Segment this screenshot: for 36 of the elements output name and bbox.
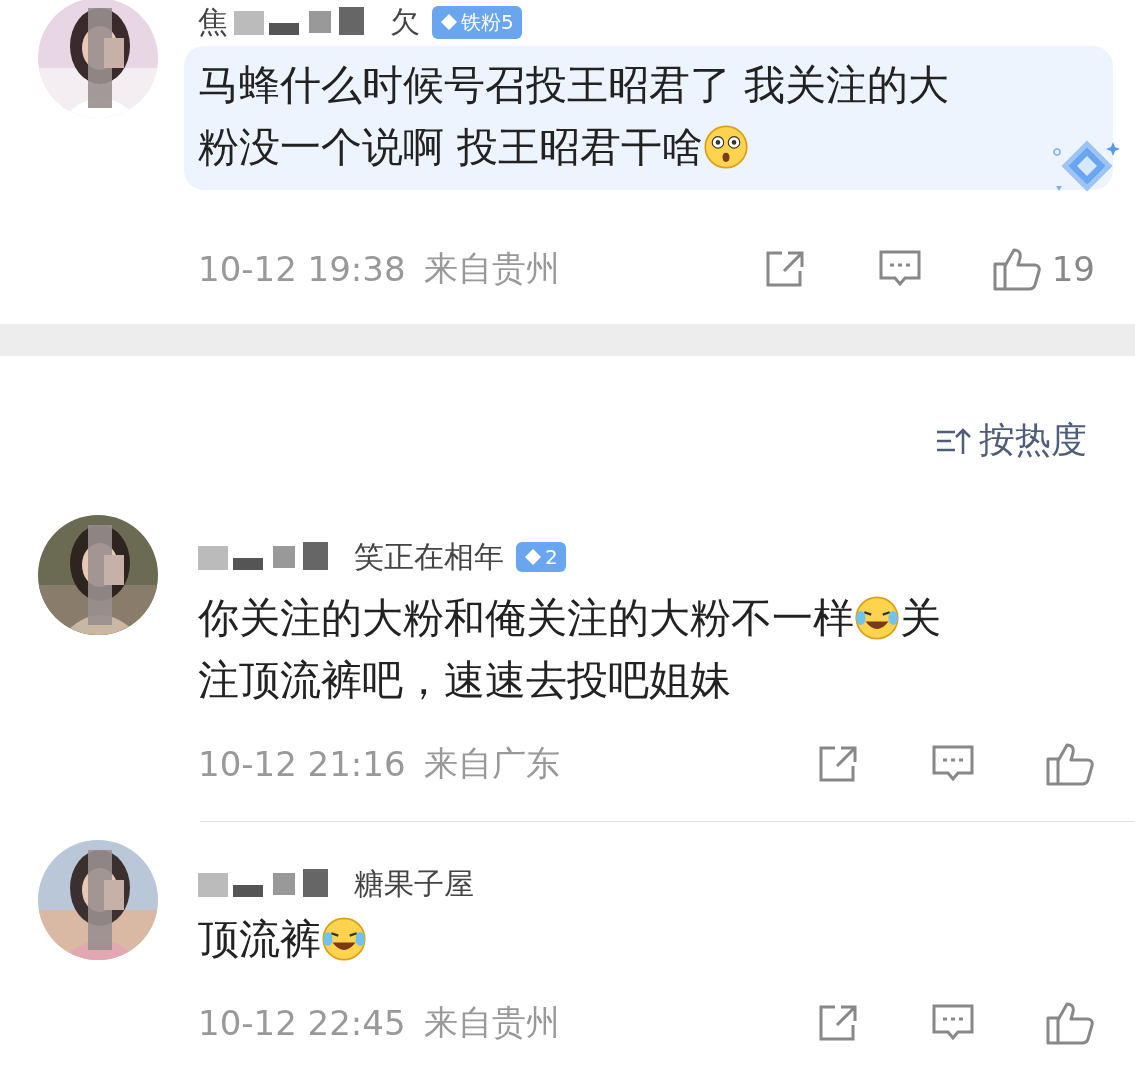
username[interactable]: 欠 <box>390 1 420 43</box>
fan-badge: 2 <box>516 542 566 572</box>
reply-button[interactable] <box>931 1003 975 1043</box>
comment-location: 来自贵州 <box>423 247 560 290</box>
like-button[interactable] <box>1045 1000 1095 1046</box>
comment-time: 10-12 19:38 <box>198 249 406 289</box>
comment-text: 注顶流裤吧，速速去投吧姐妹 <box>198 655 731 706</box>
reply-button[interactable] <box>877 249 922 289</box>
like-button[interactable] <box>1045 741 1095 787</box>
username[interactable]: 焦 <box>198 1 228 43</box>
fan-badge: 铁粉5 <box>432 5 522 39</box>
sort-button[interactable]: 按热度 <box>935 416 1087 465</box>
like-button[interactable]: 19 <box>991 246 1095 292</box>
comment-text: 顶流裤 <box>198 914 321 965</box>
comment-text: 粉没一个说啊 投王昭君干啥 <box>198 122 704 173</box>
comment-text: 马蜂什么时候号召投王昭君了 我关注的大 <box>198 60 950 111</box>
comment-text: 关 <box>900 593 941 644</box>
comment-icon <box>877 249 922 289</box>
laughing-emoji-icon <box>854 595 900 641</box>
diamond-icon <box>524 548 542 566</box>
comment-time: 10-12 21:16 <box>198 744 406 784</box>
comment-location: 来自贵州 <box>423 1001 560 1044</box>
laughing-emoji-icon <box>321 916 367 962</box>
username[interactable]: 糖果子屋 <box>354 863 474 905</box>
comment-location: 来自广东 <box>423 742 560 785</box>
flushed-emoji-icon <box>703 124 750 170</box>
comment-time: 10-12 22:45 <box>198 1003 406 1043</box>
thumbs-up-icon <box>1045 1000 1095 1046</box>
comment-text: 你关注的大粉和俺关注的大粉不一样 <box>198 593 854 644</box>
thumbs-up-icon <box>1045 741 1095 787</box>
reply-button[interactable] <box>931 744 975 784</box>
comment-icon <box>931 1003 975 1043</box>
comment-icon <box>931 744 975 784</box>
diamond-icon <box>440 13 458 31</box>
thumbs-up-icon <box>991 246 1042 292</box>
username[interactable]: 笑正在相年 <box>354 536 504 578</box>
